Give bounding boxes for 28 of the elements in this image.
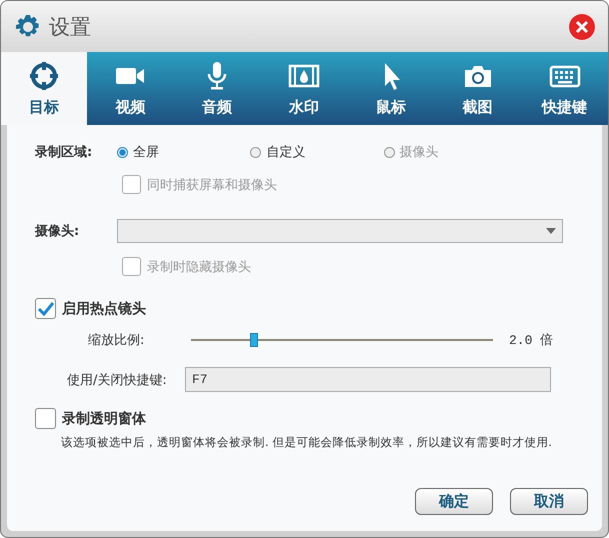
radio-option[interactable]: 自定义 bbox=[250, 143, 384, 161]
window-title: 设置 bbox=[49, 14, 92, 40]
tab[interactable]: 截图 bbox=[434, 52, 522, 125]
dialog-button[interactable]: 取消 bbox=[510, 488, 588, 515]
checkmark-icon bbox=[38, 302, 54, 316]
hotkey-field[interactable]: F7 bbox=[185, 367, 551, 392]
close-icon bbox=[575, 20, 589, 34]
radio-option[interactable]: 全屏 bbox=[117, 143, 250, 161]
tab[interactable]: 快捷键 bbox=[521, 52, 608, 125]
dialog-button[interactable]: 确定 bbox=[415, 488, 493, 515]
tab[interactable]: 音频 bbox=[174, 52, 261, 125]
zoom-value: 2.0 倍 bbox=[509, 332, 554, 349]
zoom-slider[interactable] bbox=[191, 333, 493, 347]
checkbox[interactable]: 录制透明窗体 bbox=[35, 408, 146, 429]
caret-icon bbox=[546, 228, 556, 234]
field-label: 摄像头: bbox=[35, 223, 80, 240]
target-icon bbox=[28, 60, 60, 92]
tab[interactable]: 水印 bbox=[260, 52, 348, 125]
close-button[interactable] bbox=[568, 12, 596, 40]
tab[interactable]: 目标 bbox=[1, 52, 87, 125]
field-label: 使用/关闭快捷键: bbox=[67, 372, 168, 388]
description-text: 该选项被选中后，透明窗体将会被录制. 但是可能会降低录制效率，所以建议有需要时才使用. bbox=[61, 435, 553, 450]
tab[interactable]: 鼠标 bbox=[348, 52, 434, 125]
field-label: 缩放比例: bbox=[88, 332, 146, 349]
slider-thumb[interactable] bbox=[250, 333, 258, 347]
checkbox[interactable]: 启用热点镜头 bbox=[35, 298, 146, 319]
tab[interactable]: 视频 bbox=[87, 52, 174, 125]
field-label: 录制区域: bbox=[35, 144, 94, 161]
